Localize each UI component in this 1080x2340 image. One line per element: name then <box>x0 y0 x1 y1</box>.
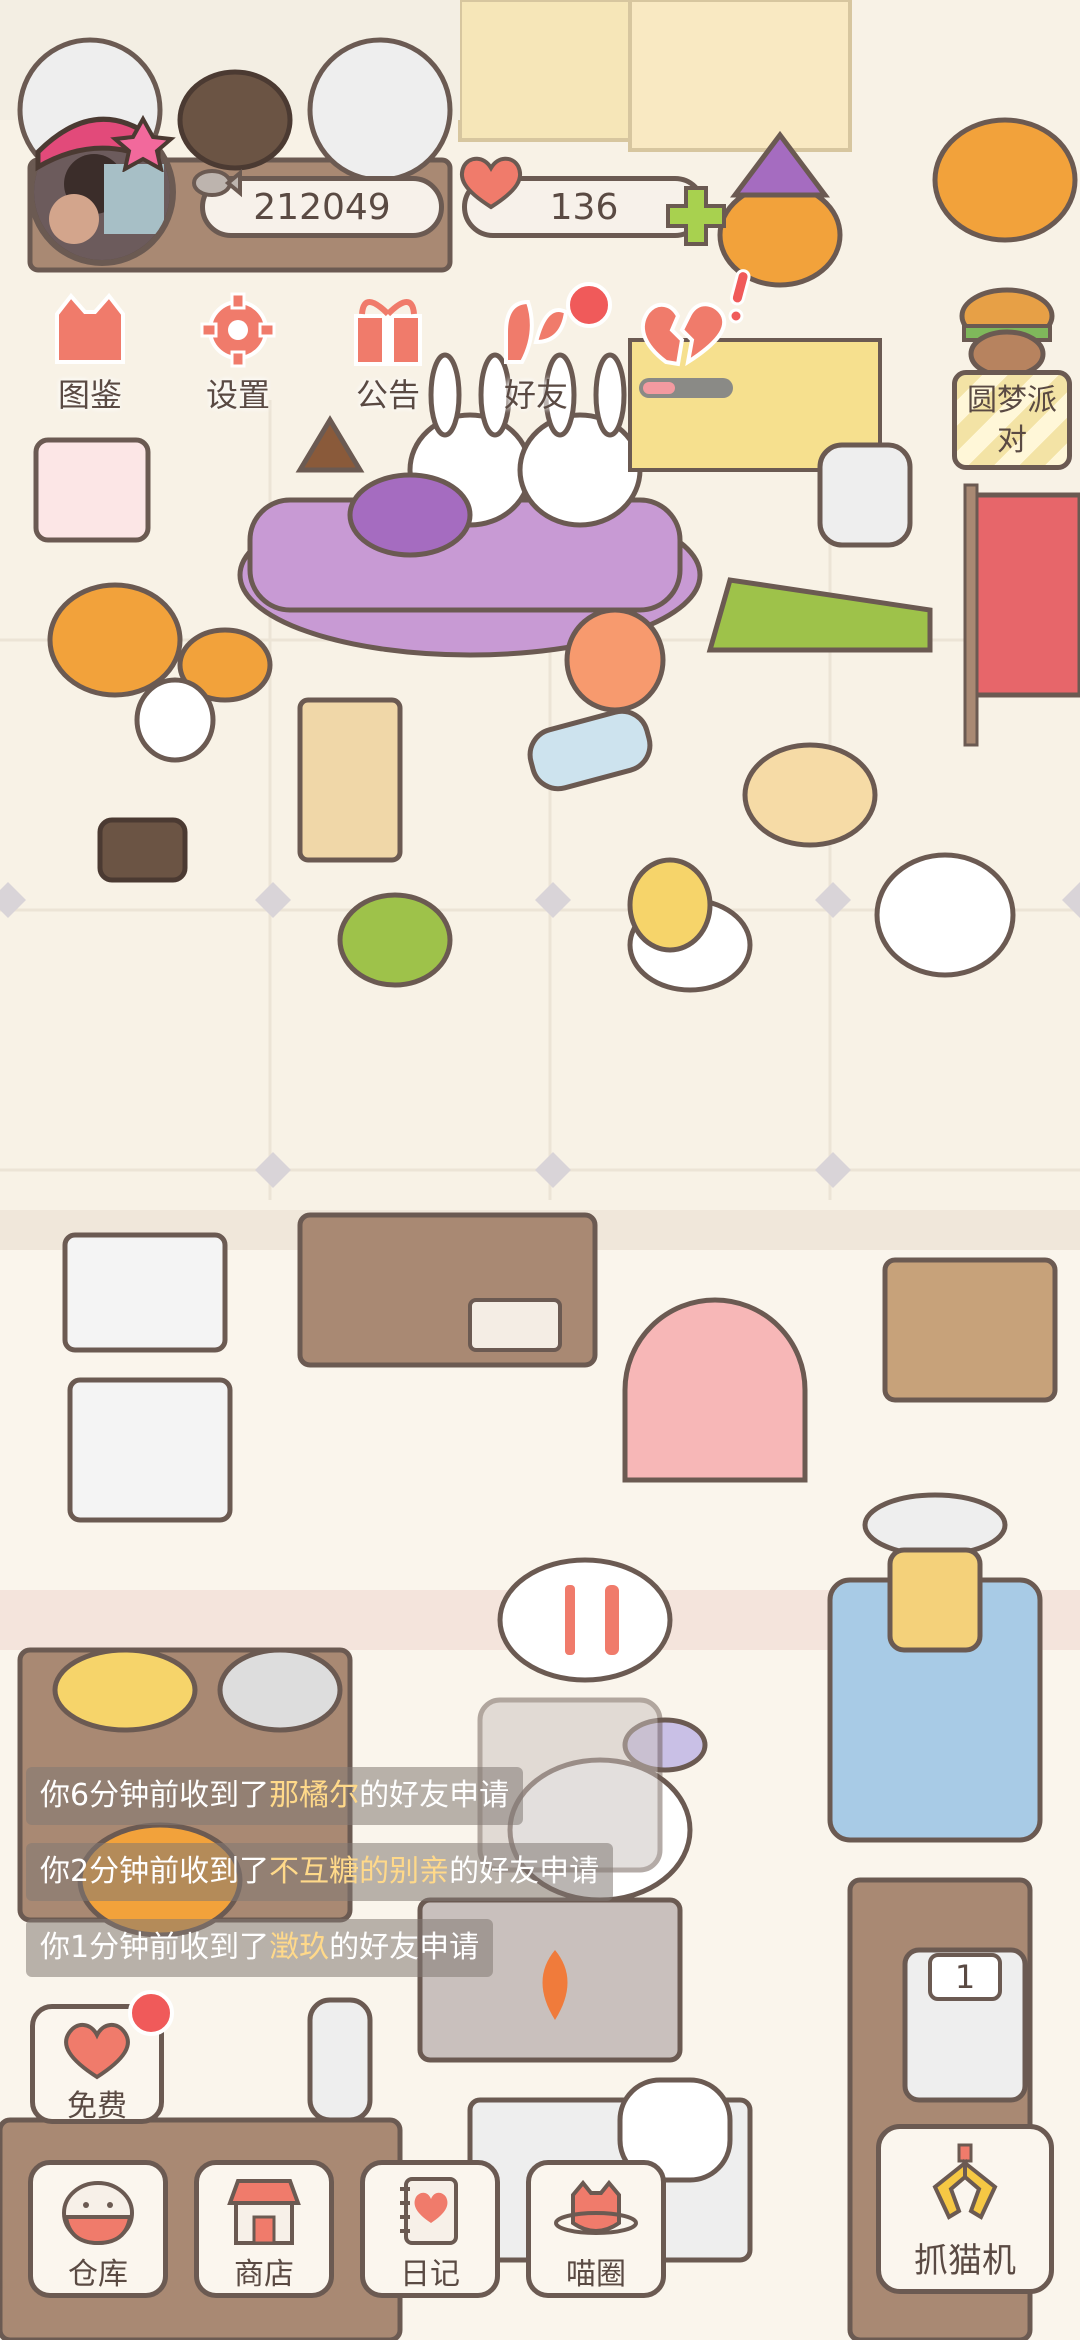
cork-board <box>882 1257 1058 1403</box>
diary-label: 日记 <box>400 2257 460 2292</box>
slot-counter-value: 1 <box>954 1958 976 1996</box>
announcement-button[interactable]: 公告 <box>328 292 448 414</box>
claw-machine-button[interactable]: 抓猫机 <box>876 2124 1054 2294</box>
flag-banner <box>972 492 1080 698</box>
notice-suffix: 的好友申请 <box>359 1778 510 1813</box>
heart-gift-icon <box>64 2023 130 2080</box>
meow-circle-button[interactable]: 喵圈 <box>526 2160 666 2298</box>
shop-label: 商店 <box>234 2257 294 2292</box>
friend-request-notice-3[interactable]: 你1分钟前收到了澂玖的好友申请 <box>26 1919 494 1977</box>
diary-icon <box>400 2177 458 2245</box>
notice-prefix: 你1分钟前收到了 <box>40 1930 270 1965</box>
gear-icon <box>200 292 276 368</box>
lantern <box>817 442 913 548</box>
notice-username: 那橘尔 <box>269 1778 360 1813</box>
coin-amount: 212049 <box>253 186 391 228</box>
friend-request-notice-2[interactable]: 你2分钟前收到了不互糖的别亲的好友申请 <box>26 1843 614 1901</box>
broken-heart-icon <box>640 302 727 367</box>
notice-suffix: 的好友申请 <box>329 1930 480 1965</box>
claw-machine-label: 抓猫机 <box>914 2241 1016 2281</box>
microwave <box>67 1377 233 1523</box>
notice-suffix: 的好友申请 <box>449 1854 600 1889</box>
speech-bubble <box>497 1557 673 1683</box>
friends-icon <box>504 299 569 364</box>
free-notification-badge <box>128 1990 174 2036</box>
notice-prefix: 你6分钟前收到了 <box>40 1778 270 1813</box>
burger-bear-icon <box>959 287 1055 376</box>
duck-float <box>627 857 713 953</box>
curtain-door <box>622 1297 808 1483</box>
add-hearts-button[interactable] <box>664 184 728 248</box>
pouch <box>742 742 878 848</box>
cat-bed <box>337 892 453 988</box>
announcement-label: 公告 <box>355 376 420 414</box>
collection-button[interactable]: 图鉴 <box>30 292 150 414</box>
range-hood <box>62 1232 228 1353</box>
notice-prefix: 你2分钟前收到了 <box>40 1854 270 1889</box>
free-label: 免费 <box>67 2089 127 2124</box>
event-label-line1: 圆梦派 <box>967 383 1057 418</box>
friend-request-notice-1[interactable]: 你6分钟前收到了那橘尔的好友申请 <box>26 1767 524 1825</box>
claw-icon <box>932 2143 998 2220</box>
scratching-post <box>297 697 403 863</box>
window-frame <box>458 0 632 142</box>
notice-username: 不互糖的别亲 <box>269 1854 450 1889</box>
settings-button[interactable]: 设置 <box>178 292 298 414</box>
heart-amount: 136 <box>549 186 619 228</box>
collection-label: 图鉴 <box>57 376 122 414</box>
heart-icon <box>459 156 523 210</box>
slot-counter: 1 <box>930 1955 1000 1999</box>
shop-stall-icon <box>227 2179 301 2245</box>
fish-coin-icon <box>192 168 242 198</box>
friends-label: 好友 <box>503 376 568 414</box>
cat-planet-icon <box>554 2179 638 2235</box>
potion-bottle <box>564 607 666 713</box>
notice-username: 澂玖 <box>269 1930 330 1965</box>
diary-button[interactable]: 日记 <box>360 2160 500 2298</box>
settings-label: 设置 <box>205 376 270 414</box>
warehouse-label: 仓库 <box>68 2257 128 2292</box>
gift-icon <box>354 299 422 366</box>
exclamation-icon <box>728 269 751 324</box>
cat-face-icon <box>55 292 125 364</box>
event-label-line2: 对 <box>997 423 1027 458</box>
warehouse-button[interactable]: 仓库 <box>28 2160 168 2298</box>
shop-button[interactable]: 商店 <box>194 2160 334 2298</box>
notepad <box>33 437 151 543</box>
dream-party-event-button[interactable]: 圆梦派 对 <box>952 370 1072 470</box>
puppy-plush <box>874 852 1016 978</box>
event-progress-bar <box>639 378 733 398</box>
rice-ball-icon <box>62 2181 134 2246</box>
meow-circle-label: 喵圈 <box>566 2257 626 2292</box>
friends-notification-badge <box>566 282 612 328</box>
avatar-hat-icon <box>35 114 176 172</box>
